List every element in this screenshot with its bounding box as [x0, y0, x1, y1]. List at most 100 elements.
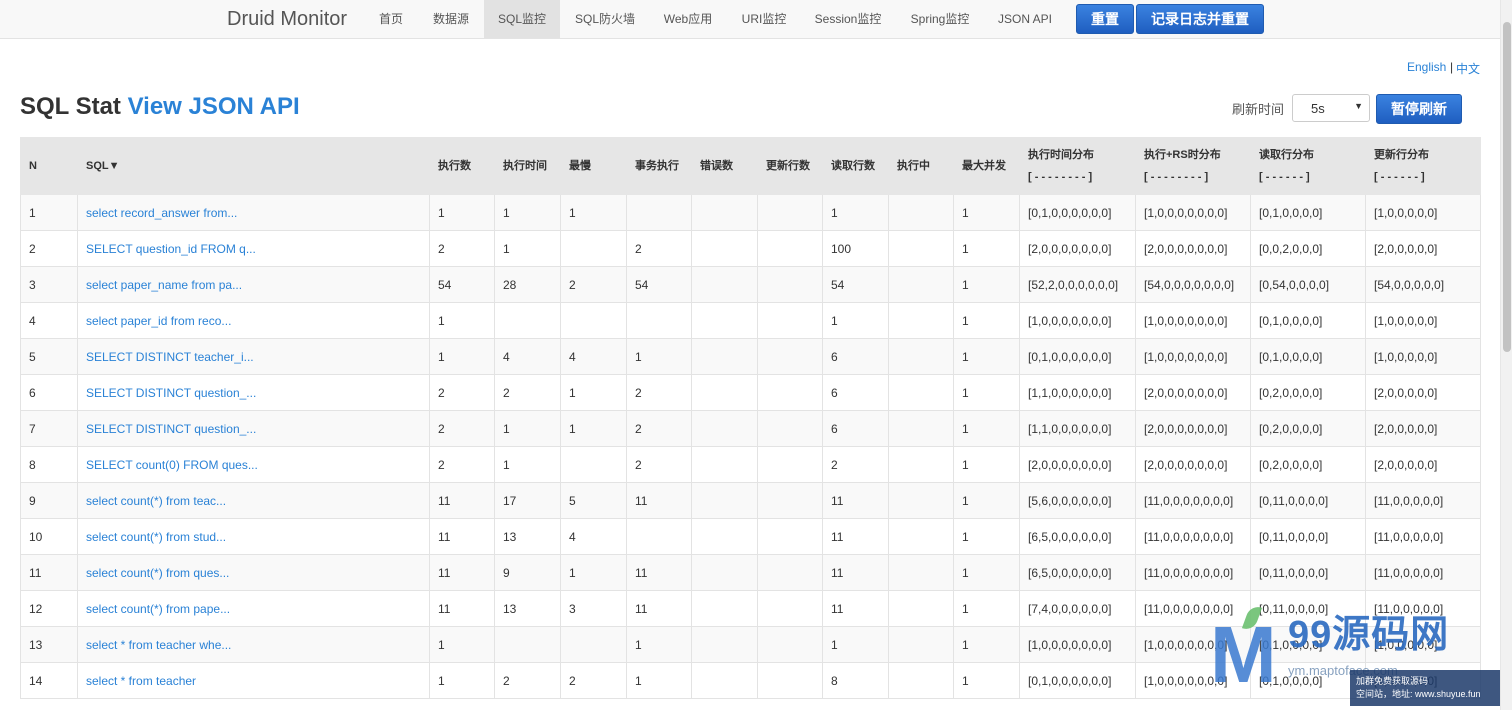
- table-cell: [757, 194, 823, 231]
- sql-link[interactable]: select paper_id from reco...: [77, 302, 430, 339]
- table-cell: [691, 374, 758, 411]
- table-cell: [2,0,0,0,0,0,0,0]: [1135, 446, 1251, 483]
- column-header-5[interactable]: 事务执行: [626, 137, 692, 195]
- lang-chinese-link[interactable]: 中文: [1456, 60, 1480, 77]
- log-and-reset-button[interactable]: 记录日志并重置: [1136, 4, 1264, 34]
- table-cell: 2: [626, 374, 692, 411]
- sql-link[interactable]: select * from teacher: [77, 662, 430, 699]
- sql-link[interactable]: select paper_name from pa...: [77, 266, 430, 303]
- sql-link[interactable]: SELECT DISTINCT question_...: [77, 374, 430, 411]
- nav-spring-monitor[interactable]: Spring监控: [900, 0, 980, 38]
- table-cell: 9: [494, 554, 561, 591]
- reset-button[interactable]: 重置: [1076, 4, 1134, 34]
- nav-session-monitor[interactable]: Session监控: [806, 0, 890, 38]
- table-cell: [691, 626, 758, 663]
- lang-english-link[interactable]: English: [1407, 60, 1446, 74]
- nav-home[interactable]: 首页: [370, 0, 412, 38]
- table-cell: 1: [953, 446, 1020, 483]
- table-cell: [888, 662, 954, 699]
- sql-link[interactable]: SELECT DISTINCT teacher_i...: [77, 338, 430, 375]
- column-header-title: 执行时间分布: [1028, 149, 1094, 161]
- column-header-3[interactable]: 执行时间: [494, 137, 561, 195]
- sql-link[interactable]: select record_answer from...: [77, 194, 430, 231]
- column-header-2[interactable]: 执行数: [429, 137, 495, 195]
- nav-json-api[interactable]: JSON API: [990, 0, 1060, 38]
- sql-link[interactable]: select * from teacher whe...: [77, 626, 430, 663]
- sql-link[interactable]: select count(*) from stud...: [77, 518, 430, 555]
- table-cell: 2: [494, 662, 561, 699]
- table-cell: [0,1,0,0,0,0,0,0]: [1019, 662, 1136, 699]
- column-header-1[interactable]: SQL▼: [77, 137, 430, 195]
- column-header-9[interactable]: 执行中: [888, 137, 954, 195]
- sql-link[interactable]: SELECT count(0) FROM ques...: [77, 446, 430, 483]
- sql-link[interactable]: select count(*) from ques...: [77, 554, 430, 591]
- table-cell: [626, 302, 692, 339]
- refresh-interval-value: 5s: [1311, 101, 1325, 116]
- sql-link[interactable]: SELECT question_id FROM q...: [77, 230, 430, 267]
- table-cell: [691, 482, 758, 519]
- table-cell: 1: [560, 554, 627, 591]
- sql-link[interactable]: select count(*) from teac...: [77, 482, 430, 519]
- nav-datasource[interactable]: 数据源: [424, 0, 478, 38]
- column-header-0[interactable]: N: [20, 137, 78, 195]
- view-json-api-link[interactable]: View JSON API: [128, 93, 300, 120]
- table-cell: [757, 302, 823, 339]
- table-cell: 1: [953, 230, 1020, 267]
- table-cell: [0,54,0,0,0,0]: [1250, 266, 1366, 303]
- column-header-subtitle: [ - - - - - - ]: [1374, 171, 1425, 183]
- table-cell: 6: [822, 410, 889, 447]
- scrollbar-thumb[interactable]: [1503, 22, 1511, 352]
- sql-stat-table: N SQL▼ 执行数 执行时间 最慢 事务执行 错误数 更新行数 读取行数 执行中 最大并发 执行时间…: [20, 137, 1481, 699]
- table-cell: 1: [494, 446, 561, 483]
- table-cell: [1,0,0,0,0,0,0,0]: [1135, 194, 1251, 231]
- table-cell: 11: [429, 482, 495, 519]
- column-header-10[interactable]: 最大并发: [953, 137, 1020, 195]
- column-header-14[interactable]: 更新行分布 [ - - - - - - ]: [1365, 137, 1481, 195]
- table-row: 14 select * from teacher 1 2 2 1 8 1 [0,1,0,0,0,…: [20, 662, 1481, 699]
- table-cell: [888, 446, 954, 483]
- table-cell: [757, 410, 823, 447]
- column-header-title: 最大并发: [962, 160, 1006, 172]
- column-header-8[interactable]: 读取行数: [822, 137, 889, 195]
- brand-title[interactable]: Druid Monitor: [227, 7, 347, 31]
- column-header-11[interactable]: 执行时间分布 [ - - - - - - - - ]: [1019, 137, 1136, 195]
- table-cell: [7,4,0,0,0,0,0,0]: [1019, 590, 1136, 627]
- table-cell: [888, 266, 954, 303]
- table-row: 5 SELECT DISTINCT teacher_i... 1 4 4 1 6 1 [0,1,…: [20, 338, 1481, 375]
- column-header-12[interactable]: 执行+RS时分布 [ - - - - - - - - ]: [1135, 137, 1251, 195]
- nav-sql-monitor[interactable]: SQL监控: [484, 0, 560, 38]
- table-cell: [888, 554, 954, 591]
- column-header-7[interactable]: 更新行数: [757, 137, 823, 195]
- table-cell: 2: [20, 230, 78, 267]
- table-cell: [1,0,0,0,0,0]: [1365, 662, 1481, 699]
- pause-refresh-button[interactable]: 暂停刷新: [1376, 94, 1462, 124]
- vertical-scrollbar[interactable]: [1500, 0, 1512, 710]
- nav-web-app[interactable]: Web应用: [654, 0, 722, 38]
- table-cell: 1: [953, 482, 1020, 519]
- table-cell: [0,11,0,0,0,0]: [1250, 482, 1366, 519]
- table-row: 13 select * from teacher whe... 1 1 1 1 [1,0,0…: [20, 626, 1481, 663]
- table-cell: [0,1,0,0,0,0]: [1250, 194, 1366, 231]
- nav-sql-firewall[interactable]: SQL防火墙: [566, 0, 644, 38]
- nav-uri-monitor[interactable]: URI监控: [732, 0, 796, 38]
- page-title: SQL Stat View JSON API: [20, 92, 300, 122]
- table-cell: 11: [429, 554, 495, 591]
- table-body: 1 select record_answer from... 1 1 1 1 1 [0,1,0…: [20, 194, 1481, 699]
- table-cell: 2: [626, 446, 692, 483]
- column-header-13[interactable]: 读取行分布 [ - - - - - - ]: [1250, 137, 1366, 195]
- table-cell: 1: [953, 590, 1020, 627]
- table-cell: 1: [953, 662, 1020, 699]
- sql-link[interactable]: SELECT DISTINCT question_...: [77, 410, 430, 447]
- column-header-6[interactable]: 错误数: [691, 137, 758, 195]
- column-header-4[interactable]: 最慢: [560, 137, 627, 195]
- table-cell: [691, 446, 758, 483]
- table-cell: [494, 302, 561, 339]
- refresh-interval-select[interactable]: 5s ▼: [1292, 94, 1370, 122]
- sql-link[interactable]: select count(*) from pape...: [77, 590, 430, 627]
- table-cell: 2: [429, 446, 495, 483]
- table-cell: [691, 554, 758, 591]
- table-cell: 1: [429, 302, 495, 339]
- table-cell: 11: [626, 482, 692, 519]
- table-cell: 54: [626, 266, 692, 303]
- table-cell: 6: [822, 338, 889, 375]
